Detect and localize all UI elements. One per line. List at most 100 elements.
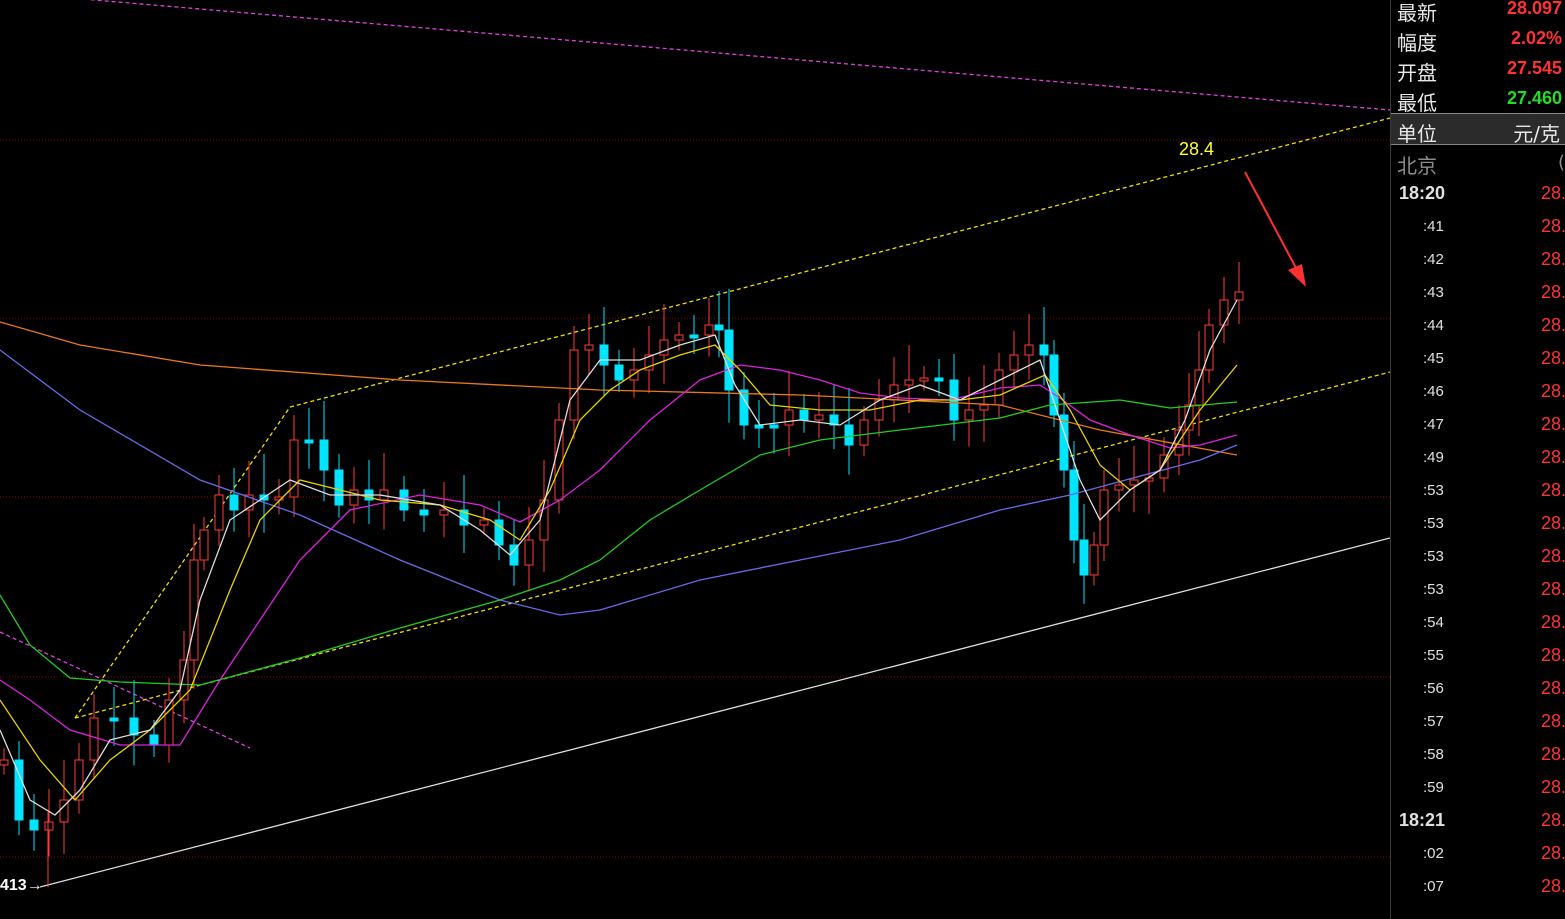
candle xyxy=(799,409,809,421)
candle xyxy=(814,414,824,421)
city-label: 北京 xyxy=(1397,154,1437,178)
tick-row[interactable]: :41 28. xyxy=(1391,216,1565,249)
candle xyxy=(724,329,734,391)
quote-row-value: 27.545 xyxy=(1506,58,1562,78)
tick-time: :46 xyxy=(1423,383,1444,400)
candle xyxy=(599,344,609,366)
quote-row: 最新 28.097 xyxy=(1391,0,1565,25)
candle xyxy=(1009,354,1019,371)
candle xyxy=(189,559,199,661)
candle xyxy=(919,377,929,382)
candle xyxy=(1234,291,1244,301)
tick-row[interactable]: :57 28. xyxy=(1391,711,1565,744)
tick-row[interactable]: :53 28. xyxy=(1391,513,1565,546)
tick-time: :56 xyxy=(1423,680,1444,697)
quote-row-label: 开盘 xyxy=(1397,61,1437,85)
tick-time: 18:20 xyxy=(1399,183,1446,203)
tick-price: 28. xyxy=(1540,282,1565,302)
candle xyxy=(319,439,329,471)
candle xyxy=(1079,539,1089,576)
tick-row[interactable]: 18:20 28. xyxy=(1391,183,1565,216)
tick-time: :45 xyxy=(1423,350,1444,367)
tick-price: 28. xyxy=(1540,810,1565,830)
tick-row[interactable]: :53 28. xyxy=(1391,480,1565,513)
tick-row[interactable]: :53 28. xyxy=(1391,546,1565,579)
quote-row-label: 最低 xyxy=(1397,91,1437,115)
candle xyxy=(1024,344,1034,356)
tick-time: :59 xyxy=(1423,779,1444,796)
candle xyxy=(584,344,594,351)
tick-time: :57 xyxy=(1423,713,1444,730)
tick-row[interactable]: :47 28. xyxy=(1391,414,1565,447)
candle xyxy=(304,439,314,444)
tick-row[interactable]: :44 28. xyxy=(1391,315,1565,348)
tick-row[interactable]: :56 28. xyxy=(1391,678,1565,711)
quote-row: 开盘 27.545 xyxy=(1391,54,1565,85)
white-support-line xyxy=(39,537,1390,888)
city-extra: ( xyxy=(1557,152,1565,173)
tick-row[interactable]: :53 28. xyxy=(1391,579,1565,612)
candle xyxy=(1069,469,1079,541)
tick-price: 28. xyxy=(1540,480,1565,500)
tick-price: 28. xyxy=(1540,843,1565,863)
tick-row[interactable]: :54 28. xyxy=(1391,612,1565,645)
unit-value: 元/克 xyxy=(1513,122,1560,146)
candle xyxy=(704,324,714,336)
arrow-head xyxy=(1288,264,1306,287)
kline-chart[interactable] xyxy=(0,0,1390,919)
candle xyxy=(1049,354,1059,416)
tick-price: 28. xyxy=(1540,381,1565,401)
low-price-marker: 413→ xyxy=(0,877,43,894)
tick-row[interactable]: :02 28. xyxy=(1391,843,1565,876)
candle xyxy=(229,494,239,511)
candle xyxy=(109,717,119,722)
candle xyxy=(964,409,974,421)
arrow-shaft xyxy=(1244,171,1297,269)
tick-row[interactable]: :45 28. xyxy=(1391,348,1565,381)
candle xyxy=(769,424,779,429)
tick-time: :55 xyxy=(1423,647,1444,664)
candle xyxy=(614,364,624,381)
tick-time: :54 xyxy=(1423,614,1444,631)
tick-price: 28. xyxy=(1540,579,1565,599)
ma60-line xyxy=(0,399,1238,686)
tick-time: :43 xyxy=(1423,284,1444,301)
candle xyxy=(164,699,174,746)
tick-row[interactable]: 18:21 28. xyxy=(1391,810,1565,843)
candle xyxy=(524,539,534,566)
tick-time: :53 xyxy=(1423,581,1444,598)
candle xyxy=(214,494,224,531)
tick-price: 28. xyxy=(1540,447,1565,467)
candle xyxy=(44,821,54,831)
tick-row[interactable]: :49 28. xyxy=(1391,447,1565,480)
tick-row[interactable]: :43 28. xyxy=(1391,282,1565,315)
candle xyxy=(1114,484,1124,491)
quote-row: 幅度 2.02% xyxy=(1391,24,1565,55)
candle xyxy=(1219,299,1229,326)
candle xyxy=(479,519,489,526)
tick-price: 28. xyxy=(1540,249,1565,269)
tick-price: 28. xyxy=(1540,183,1565,203)
candlesticks xyxy=(0,262,1244,887)
tick-time: :41 xyxy=(1423,218,1444,235)
tick-price: 28. xyxy=(1540,777,1565,797)
trendline-price-label: 28.4 xyxy=(1179,139,1215,159)
tick-row[interactable]: :07 28. xyxy=(1391,876,1565,909)
candle xyxy=(89,717,99,761)
magenta-resistance-line xyxy=(86,0,1390,111)
tick-row[interactable]: :59 28. xyxy=(1391,777,1565,810)
tick-time: :53 xyxy=(1423,515,1444,532)
candle xyxy=(859,419,869,446)
tick-row[interactable]: :46 28. xyxy=(1391,381,1565,414)
candle xyxy=(1089,544,1099,576)
candle xyxy=(784,409,794,426)
tick-row[interactable]: :58 28. xyxy=(1391,744,1565,777)
candle xyxy=(1129,479,1139,486)
candle xyxy=(0,759,9,766)
tick-time: :07 xyxy=(1423,878,1444,895)
tick-row[interactable]: :55 28. xyxy=(1391,645,1565,678)
tick-price: 28. xyxy=(1540,216,1565,236)
tick-row[interactable]: :42 28. xyxy=(1391,249,1565,282)
tick-price: 28. xyxy=(1540,513,1565,533)
tick-price: 28. xyxy=(1540,414,1565,434)
